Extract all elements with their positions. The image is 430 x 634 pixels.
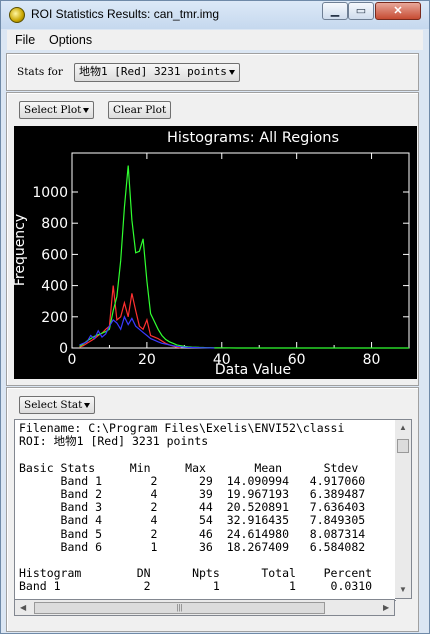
horizontal-scrollbar[interactable]: ◀ ||| ▶	[14, 599, 395, 616]
y-tick-label: 400	[41, 279, 68, 295]
scroll-left-icon[interactable]: ◀	[20, 603, 26, 612]
horizontal-scroll-thumb[interactable]: |||	[34, 602, 325, 614]
stats-line: Band 1 2 1 1 0.0310	[19, 579, 373, 594]
menu-file[interactable]: File	[15, 33, 35, 47]
chevron-down-icon	[83, 107, 90, 113]
x-tick-label: 0	[68, 352, 77, 368]
y-tick-label: 600	[41, 247, 68, 263]
stats-line: Band 6 1 36 18.267409 6.584082	[19, 539, 366, 554]
minimize-button[interactable]: ▁	[322, 2, 348, 20]
stats-line: Band 4 4 54 32.916435 7.849305	[19, 513, 366, 528]
stats-for-panel: Stats for 地物1 [Red] 3231 points	[6, 53, 419, 91]
select-stat-button[interactable]: Select Stat	[19, 396, 96, 414]
stats-text: Filename: C:\Program Files\Exelis\ENVI52…	[15, 420, 396, 596]
x-tick-label: 80	[363, 352, 381, 368]
clear-plot-label: Clear Plot	[113, 104, 167, 116]
window-title: ROI Statistics Results: can_tmr.img	[31, 7, 220, 21]
histogram-chart-svg: 0 20 40 60 8002004006008001000Histograms: Al…	[12, 130, 410, 378]
chart-title: Histograms: All Regions	[167, 130, 339, 146]
scroll-up-icon[interactable]: ▲	[399, 423, 407, 432]
stats-text-area[interactable]: Filename: C:\Program Files\Exelis\ENVI52…	[14, 419, 396, 601]
minimize-icon: ▁	[330, 5, 340, 17]
maximize-button[interactable]: ▭	[348, 2, 374, 20]
menu-bar: File Options	[7, 30, 423, 50]
y-tick-label: 800	[41, 216, 68, 232]
scroll-down-icon[interactable]: ▼	[399, 585, 407, 594]
stats-line: Band 5 2 46 24.614980 8.087314	[19, 526, 366, 541]
scroll-right-icon[interactable]: ▶	[383, 603, 389, 612]
histogram-plot[interactable]: 0 20 40 60 80 0 200 400 600 800 1000 Histograms: Al…	[12, 126, 417, 379]
select-plot-label: Select Plot	[24, 104, 82, 116]
envi-app-icon	[9, 7, 25, 23]
stats-for-label: Stats for	[17, 66, 63, 78]
title-bar[interactable]: ROI Statistics Results: can_tmr.img ▁ ▭ …	[1, 1, 429, 29]
y-tick-label: 0	[59, 341, 68, 357]
stats-line: Band 2 4 39 19.967193 6.389487	[19, 487, 366, 502]
stats-line: Filename: C:\Program Files\Exelis\ENVI52…	[19, 421, 345, 435]
chevron-down-icon	[228, 69, 235, 75]
close-icon: ✕	[393, 5, 403, 17]
y-tick-label: 200	[41, 310, 68, 326]
clear-plot-button[interactable]: Clear Plot	[108, 101, 172, 119]
menu-options[interactable]: Options	[49, 33, 92, 47]
stats-line: ROI: 地物1 [Red] 3231 points	[19, 434, 209, 449]
x-tick-label: 20	[138, 352, 156, 368]
select-stat-label: Select Stat	[24, 399, 83, 411]
roi-select-dropdown[interactable]: 地物1 [Red] 3231 points	[74, 63, 240, 82]
select-plot-button[interactable]: Select Plot	[19, 101, 95, 119]
stats-line: Band 1 2 29 14.090994 4.917060	[19, 473, 366, 488]
chevron-down-icon	[84, 402, 91, 408]
y-tick-label: 1000	[32, 185, 68, 201]
y-axis-label: Frequency	[14, 214, 28, 286]
vertical-scroll-thumb[interactable]	[397, 439, 409, 453]
roi-select-value: 地物1 [Red] 3231 points	[79, 65, 227, 78]
plot-frame	[71, 152, 410, 349]
stats-line: Basic Stats Min Max Mean Stdev	[19, 460, 359, 475]
maximize-icon: ▭	[355, 5, 367, 17]
vertical-scrollbar[interactable]: ▲ ▼	[395, 419, 412, 599]
stats-line: Band 3 2 44 20.520891 7.636403	[19, 500, 366, 515]
stats-line: Histogram DN Npts Total Percent	[19, 566, 373, 581]
close-button[interactable]: ✕	[375, 2, 421, 20]
x-axis-label: Data Value	[215, 362, 291, 378]
series-line	[79, 165, 409, 349]
